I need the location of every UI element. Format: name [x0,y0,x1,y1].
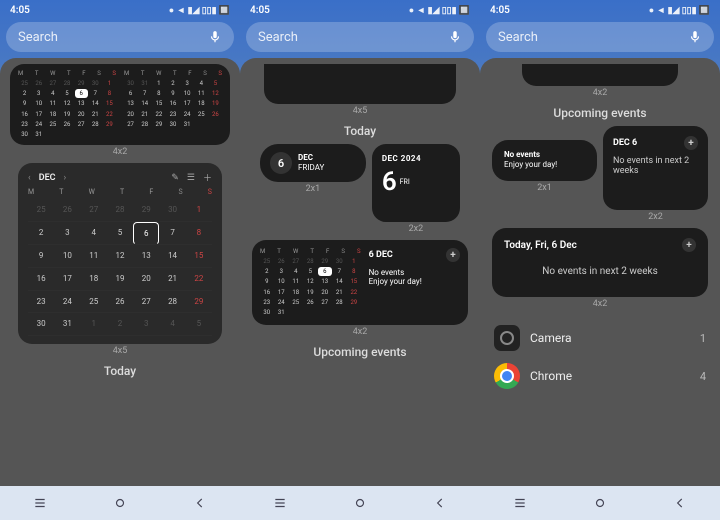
mic-icon[interactable] [688,30,702,44]
widget-today-pill[interactable]: 6 DECFRIDAY [260,144,366,182]
status-icons: ● ◄ ▮◢ ▯▯▮ 🔲 [169,5,230,16]
nav-home[interactable] [111,496,129,510]
widget-month-agenda[interactable]: MTWTFSS 2526272829301 2345678 9101112131… [252,240,468,325]
nav-recents[interactable] [271,496,289,510]
size-label: 4x5 [6,346,234,356]
status-bar: 4:05 ● ◄ ▮◢ ▯▯▮ 🔲 [0,0,240,18]
nav-back[interactable] [431,496,449,510]
size-label: 4x2 [6,147,234,157]
widget-upcoming-4x2[interactable]: Today, Fri, 6 Dec+ No events in next 2 w… [492,228,708,297]
widget-today-card[interactable]: DEC 2024 6FRI [372,144,460,222]
widget-truncated[interactable] [264,64,456,104]
widget-month-large[interactable]: ‹ DEC › ✎ ☰ ＋ MTWTFSS 2526272829301 2345… [18,163,222,344]
add-event-button[interactable]: + [684,136,698,150]
next-month-button[interactable]: › [64,173,67,183]
widget-scroll[interactable]: 4x5 Today 6 DECFRIDAY 2x1 DEC 2024 6FRI … [240,58,480,486]
nav-back[interactable] [191,496,209,510]
add-event-button[interactable]: + [682,238,696,252]
phone-3: 4:05● ◄ ▮◢ ▯▯▮ 🔲 Search 4x2 Upcoming eve… [480,0,720,520]
app-chrome[interactable]: Chrome 4 [486,357,714,395]
widget-scroll[interactable]: 4x2 Upcoming events No events Enjoy your… [480,58,720,486]
month-grid-jan-mini: 303112345 6789101112 13141516171819 2021… [124,79,222,129]
phone-1: 4:05 ● ◄ ▮◢ ▯▯▮ 🔲 Search MTWTFSS 2526272… [0,0,240,520]
prev-month-button[interactable]: ‹ [28,173,31,183]
nav-back[interactable] [671,496,689,510]
nav-home[interactable] [351,496,369,510]
month-label: DEC [39,173,56,183]
add-event-button[interactable]: + [446,248,460,262]
widget-dual-month[interactable]: MTWTFSS 2526272829301 2345678 9101112131… [10,64,230,145]
today-number: 6 [270,152,292,174]
section-today: Today [6,364,234,378]
dow-row: MTWTFSS [124,70,222,77]
mic-icon[interactable] [208,30,222,44]
app-list: Camera 1 Chrome 4 [486,319,714,395]
widget-scroll[interactable]: MTWTFSS 2526272829301 2345678 9101112131… [0,58,240,486]
chrome-icon [494,363,520,389]
status-time: 4:05 [10,5,30,16]
search-placeholder: Search [18,30,208,45]
camera-icon [494,325,520,351]
search-bar[interactable]: Search [6,22,234,52]
nav-recents[interactable] [511,496,529,510]
list-icon[interactable]: ☰ [187,173,195,183]
dow-row: MTWTFSS [18,70,116,77]
month-grid-large: 2526272829301 2345678 9101112131415 1617… [28,199,212,336]
widget-upcoming-2x2[interactable]: DEC 6+ No events in next 2 weeks [603,126,708,210]
widget-noevents-chip[interactable]: No events Enjoy your day! [492,140,597,181]
month-grid-dec-mini: 2526272829301 2345678 9101112131415 1617… [18,79,116,139]
nav-home[interactable] [591,496,609,510]
nav-bar [0,486,240,520]
edit-icon[interactable]: ✎ [171,173,179,183]
mic-icon[interactable] [448,30,462,44]
app-camera[interactable]: Camera 1 [486,319,714,357]
add-icon[interactable]: ＋ [203,171,212,184]
nav-recents[interactable] [31,496,49,510]
search-bar[interactable]: Search [246,22,474,52]
widget-truncated[interactable] [522,64,678,86]
phone-2: 4:05● ◄ ▮◢ ▯▯▮ 🔲 Search 4x5 Today 6 DECF… [240,0,480,520]
search-bar[interactable]: Search [486,22,714,52]
